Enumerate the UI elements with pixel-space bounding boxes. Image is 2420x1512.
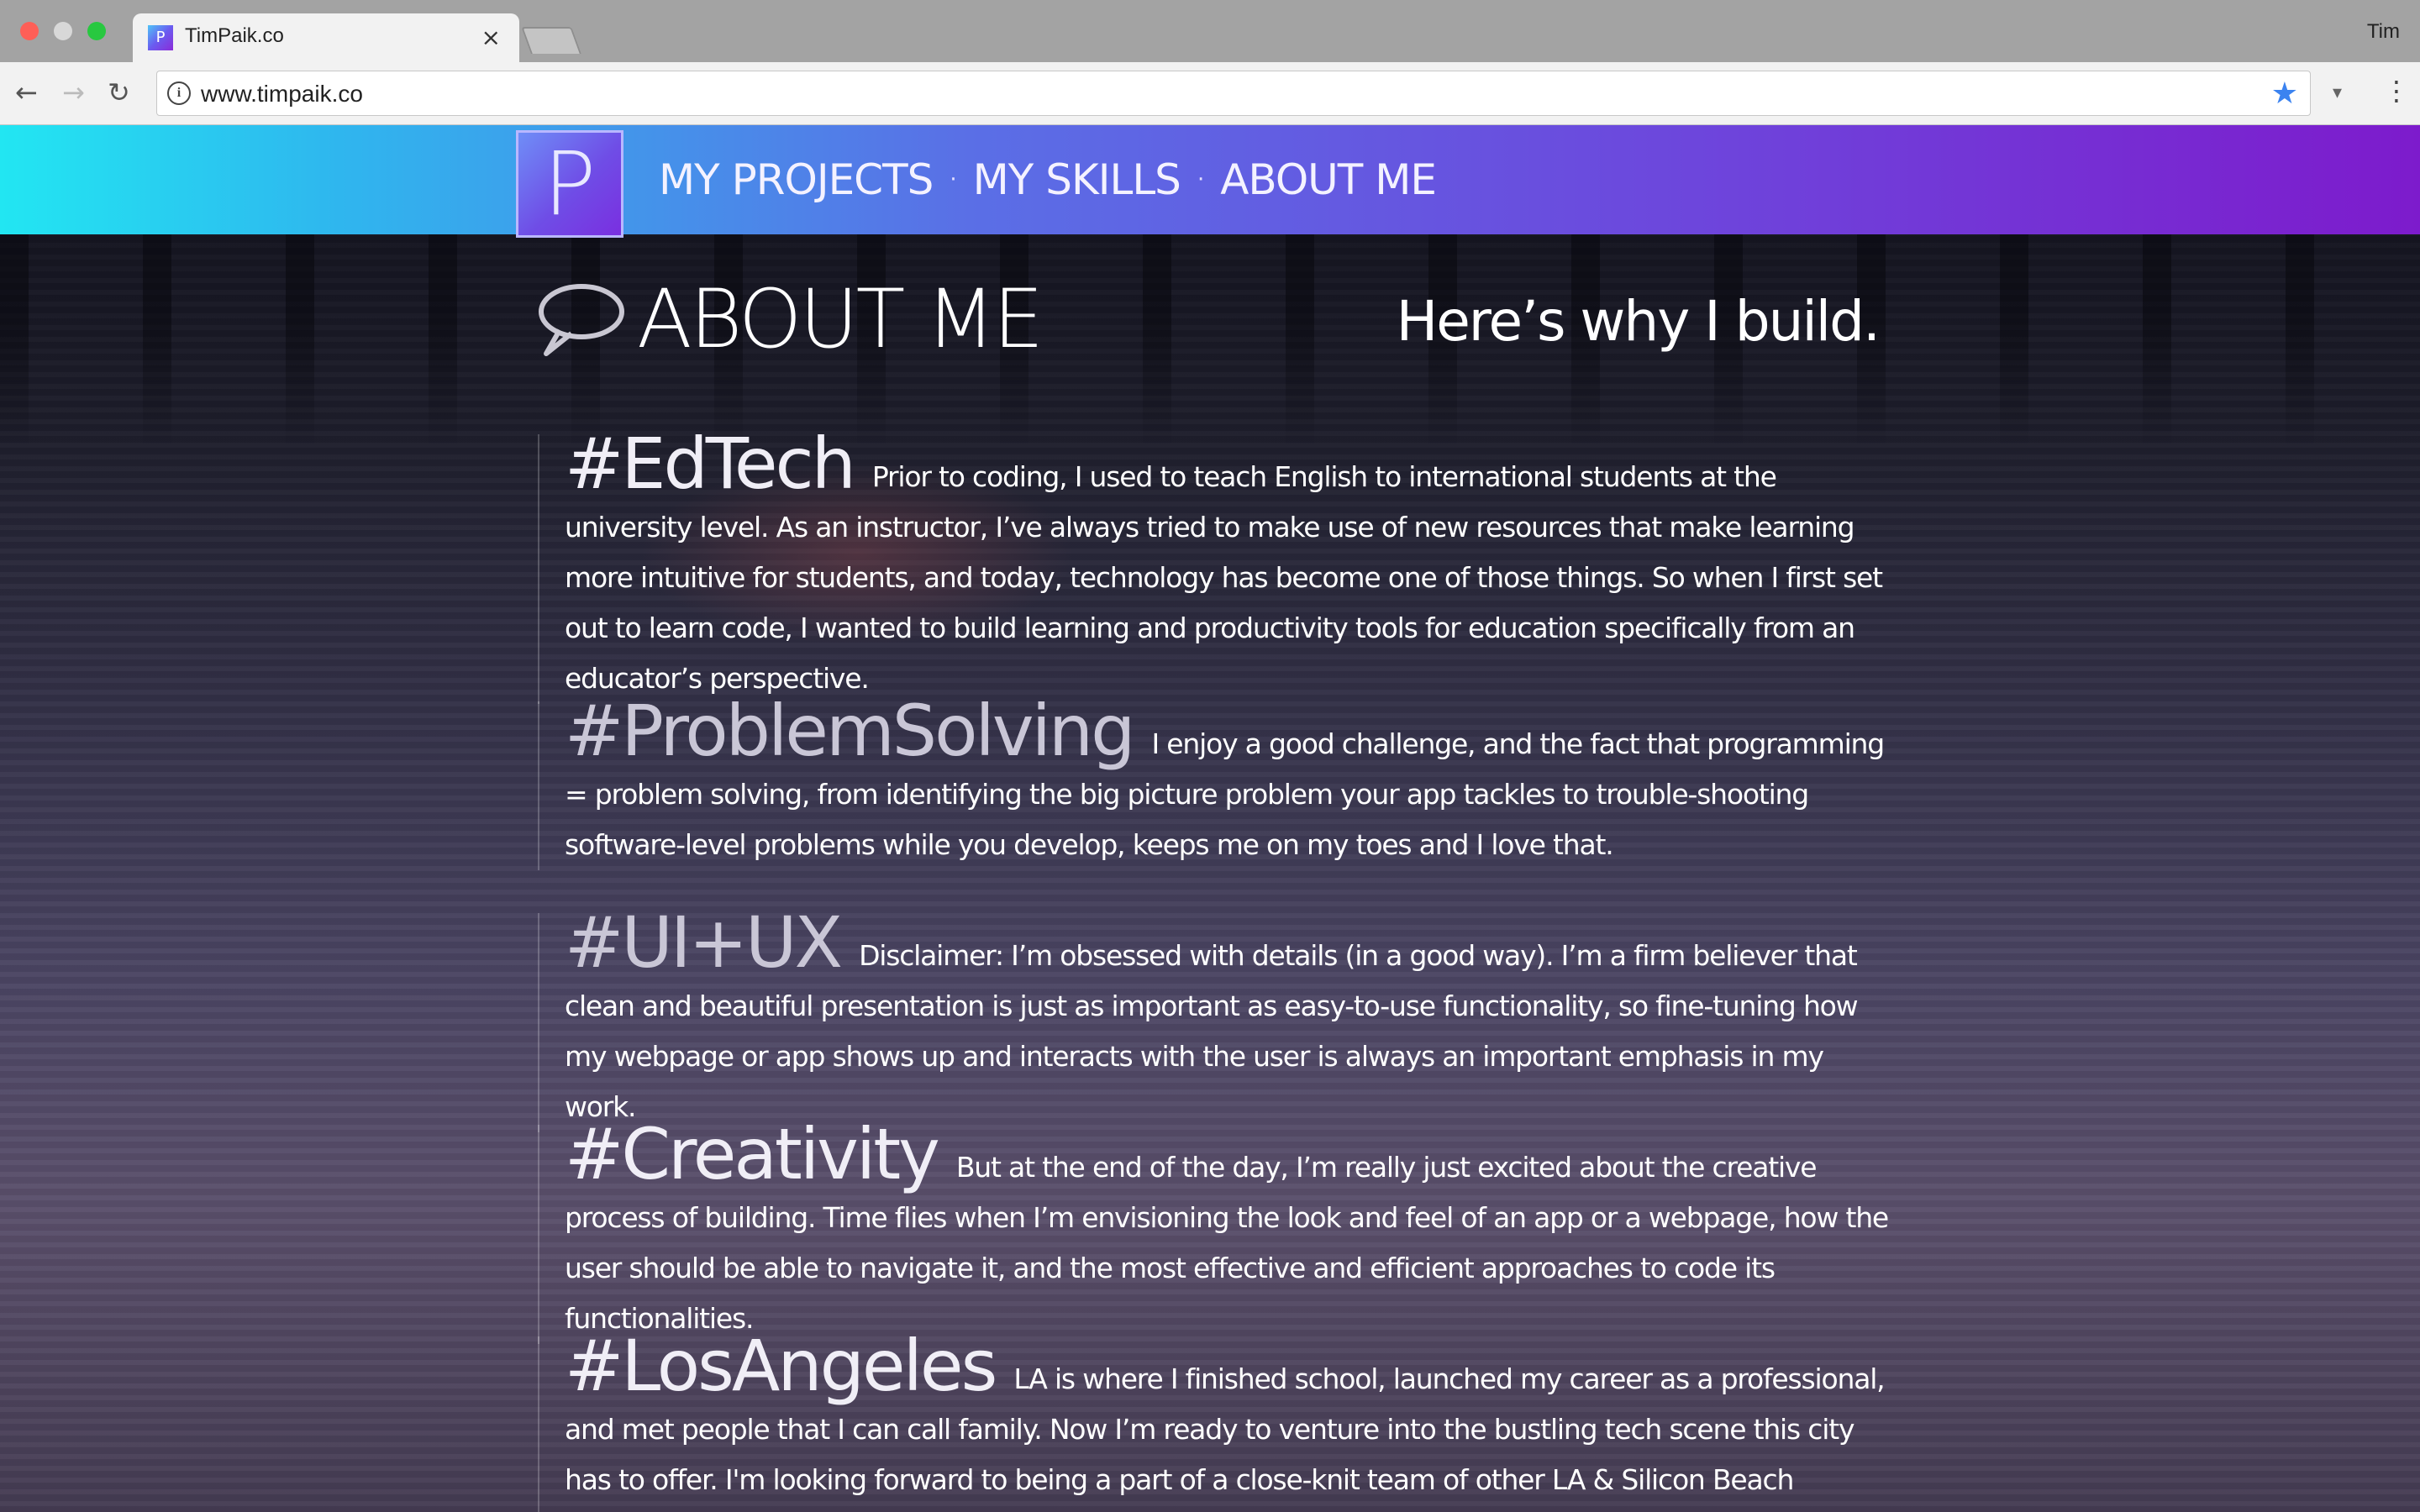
profile-name[interactable]: Tim xyxy=(2367,20,2400,44)
close-window-button[interactable] xyxy=(20,22,39,40)
forward-arrow-icon[interactable]: → xyxy=(62,76,85,109)
new-tab-button[interactable] xyxy=(521,27,581,54)
browser-tab-strip: P TimPaik.co × Tim xyxy=(0,0,2420,62)
nav-link-my-skills[interactable]: MY SKILLS xyxy=(973,155,1181,204)
site-info-icon[interactable]: i xyxy=(167,81,191,105)
speech-bubble-icon xyxy=(539,284,624,356)
tab-title: TimPaik.co xyxy=(185,24,284,47)
site-navbar: P MY PROJECTS · MY SKILLS · ABOUT ME xyxy=(0,125,2420,238)
nav-link-my-projects[interactable]: MY PROJECTS xyxy=(659,155,934,204)
section-hashtag: #EdTech xyxy=(565,423,856,505)
url-text[interactable]: www.timpaik.co xyxy=(201,81,363,108)
site-nav-links: MY PROJECTS · MY SKILLS · ABOUT ME xyxy=(659,152,1437,207)
tab-favicon-icon: P xyxy=(148,25,173,50)
page-viewport: P MY PROJECTS · MY SKILLS · ABOUT ME ABO… xyxy=(0,125,2420,1512)
maximize-window-button[interactable] xyxy=(87,22,106,40)
about-header: ABOUT ME Here’s why I build. xyxy=(534,272,1881,366)
about-section-uiux: #UI+UX Disclaimer: I’m obsessed with deta… xyxy=(538,907,1899,1132)
about-section-problemsolving: #ProblemSolving I enjoy a good challenge,… xyxy=(538,696,1899,870)
page-title: ABOUT ME xyxy=(637,272,1044,366)
chevron-down-icon[interactable]: ▾ xyxy=(2333,82,2342,103)
browser-menu-icon[interactable]: ⋮ xyxy=(2383,74,2410,108)
site-logo[interactable]: P xyxy=(516,130,623,238)
section-hashtag: #UI+UX xyxy=(565,901,843,984)
nav-link-about-me[interactable]: ABOUT ME xyxy=(1220,155,1437,204)
about-section-creativity: #Creativity But at the end of the day, I’… xyxy=(538,1119,1899,1344)
reload-icon[interactable]: ↻ xyxy=(108,76,130,109)
minimize-window-button[interactable] xyxy=(54,22,72,40)
nav-separator: · xyxy=(1197,167,1204,192)
page-tagline: Here’s why I build. xyxy=(1396,289,1881,354)
about-section-edtech: #EdTech Prior to coding, I used to teach … xyxy=(538,428,1899,704)
nav-separator: · xyxy=(950,167,956,192)
browser-tab-active[interactable]: P TimPaik.co × xyxy=(133,13,519,62)
tab-close-icon[interactable]: × xyxy=(481,24,501,51)
bookmark-star-icon[interactable]: ★ xyxy=(2271,76,2298,111)
back-arrow-icon[interactable]: ← xyxy=(15,76,38,109)
address-bar[interactable]: i www.timpaik.co ★ xyxy=(156,71,2311,116)
section-hashtag: #Creativity xyxy=(565,1113,940,1195)
browser-toolbar: ← → ↻ i www.timpaik.co ★ ▾ ⋮ xyxy=(0,62,2420,125)
about-section-losangeles: #LosAngeles LA is where I finished school… xyxy=(538,1331,1899,1512)
section-hashtag: #LosAngeles xyxy=(565,1325,997,1407)
section-hashtag: #ProblemSolving xyxy=(565,690,1135,772)
